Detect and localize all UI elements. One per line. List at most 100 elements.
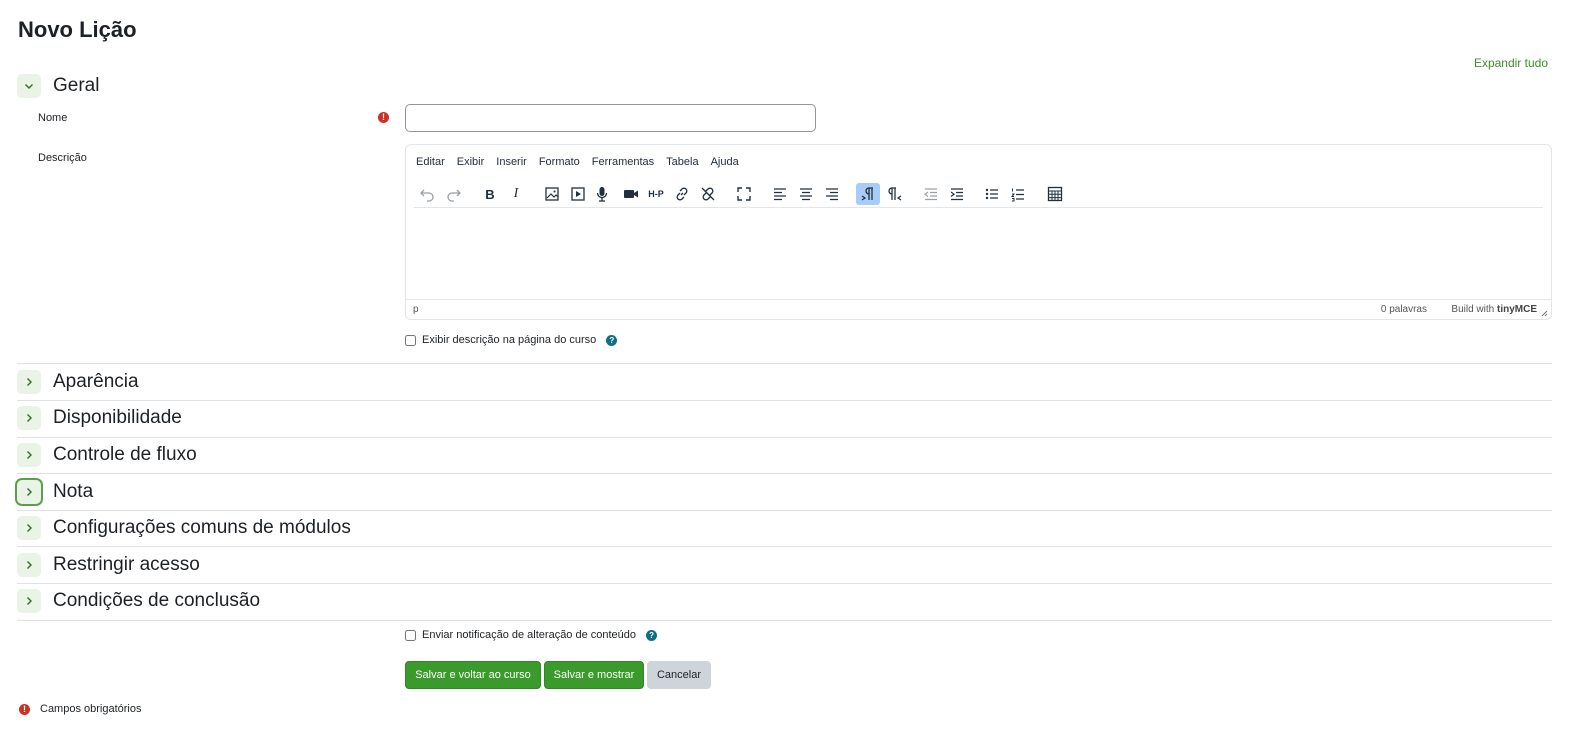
built-with-label: Build with — [1451, 304, 1495, 315]
divider — [17, 510, 1552, 511]
section-availability-title: Disponibilidade — [53, 407, 182, 428]
indent-button[interactable] — [946, 183, 968, 205]
align-left-button[interactable] — [769, 183, 791, 205]
section-completion-title: Condições de conclusão — [53, 590, 261, 611]
h5p-icon: H-P — [648, 189, 664, 199]
section-grade-title: Nota — [53, 481, 94, 502]
bold-button[interactable]: B — [479, 183, 501, 205]
show-description-checkbox[interactable] — [405, 334, 416, 346]
image-icon — [545, 187, 559, 201]
bullet-list-button[interactable] — [981, 183, 1003, 205]
record-audio-icon — [596, 187, 608, 202]
chevron-right-icon — [27, 488, 32, 496]
section-completion-toggle[interactable] — [17, 589, 41, 613]
expand-all-link[interactable]: Expandir tudo — [1474, 56, 1548, 70]
name-input[interactable] — [405, 104, 816, 132]
menu-insert[interactable]: Inserir — [496, 156, 527, 168]
section-grade: Nota — [17, 480, 93, 504]
word-count[interactable]: 0 palavras — [1381, 304, 1427, 315]
link-icon — [676, 187, 688, 201]
chevron-right-icon — [27, 524, 32, 532]
ltr-icon — [861, 187, 873, 201]
element-path[interactable]: p — [413, 304, 419, 315]
divider — [17, 437, 1552, 438]
menu-tools[interactable]: Ferramentas — [592, 156, 654, 168]
chevron-right-icon — [27, 451, 32, 459]
record-video-button[interactable] — [620, 183, 642, 205]
required-fields-note: Campos obrigatórios — [40, 703, 142, 715]
section-grade-toggle[interactable] — [17, 480, 41, 504]
undo-button[interactable] — [416, 183, 438, 205]
cancel-button[interactable]: Cancelar — [647, 661, 711, 689]
rtl-button[interactable] — [884, 183, 906, 205]
chevron-right-icon — [27, 414, 32, 422]
section-restrict-access-title: Restringir acesso — [53, 554, 200, 575]
menu-view[interactable]: Exibir — [457, 156, 485, 168]
editor-menubar: Editar Exibir Inserir Formato Ferramenta… — [416, 156, 751, 168]
divider — [17, 583, 1552, 584]
section-appearance-title: Aparência — [53, 371, 139, 392]
h5p-button[interactable]: H-P — [645, 183, 667, 205]
notify-label: Enviar notificação de alteração de conte… — [422, 629, 637, 641]
help-icon[interactable]: ? — [646, 629, 658, 641]
menu-help[interactable]: Ajuda — [711, 156, 739, 168]
section-completion: Condições de conclusão — [17, 589, 260, 613]
resize-handle-icon[interactable] — [1540, 309, 1548, 317]
image-button[interactable] — [541, 183, 563, 205]
section-appearance-toggle[interactable] — [17, 370, 41, 394]
section-restrict-access-toggle[interactable] — [17, 553, 41, 577]
section-module-settings: Configurações comuns de módulos — [17, 516, 351, 540]
numbered-list-icon — [1010, 188, 1024, 202]
description-label: Descrição — [38, 152, 87, 164]
tinymce-logo: tinyMCE — [1497, 304, 1537, 315]
record-video-icon — [624, 190, 638, 198]
numbered-list-button[interactable] — [1007, 183, 1029, 205]
ltr-button[interactable] — [856, 183, 880, 205]
description-editor[interactable]: Editar Exibir Inserir Formato Ferramenta… — [405, 144, 1552, 320]
section-module-settings-toggle[interactable] — [17, 516, 41, 540]
outdent-button[interactable] — [920, 183, 942, 205]
help-icon[interactable]: ? — [606, 334, 618, 346]
section-flow-control: Controle de fluxo — [17, 443, 197, 467]
section-geral-toggle[interactable] — [17, 74, 41, 98]
table-button[interactable] — [1044, 183, 1066, 205]
section-flow-control-toggle[interactable] — [17, 443, 41, 467]
italic-button[interactable]: I — [505, 183, 527, 205]
section-availability: Disponibilidade — [17, 406, 182, 430]
record-audio-button[interactable] — [591, 183, 613, 205]
align-center-button[interactable] — [795, 183, 817, 205]
menu-format[interactable]: Formato — [539, 156, 580, 168]
menu-edit[interactable]: Editar — [416, 156, 445, 168]
redo-icon — [447, 189, 461, 202]
section-restrict-access: Restringir acesso — [17, 553, 200, 577]
align-right-button[interactable] — [821, 183, 843, 205]
link-button[interactable] — [671, 183, 693, 205]
editor-toolbar: B I H-P — [416, 183, 1544, 205]
tinymce-branding[interactable]: Build with tinyMCE — [1451, 304, 1537, 315]
align-center-icon — [800, 188, 812, 201]
redo-button[interactable] — [443, 183, 465, 205]
fullscreen-icon — [737, 187, 751, 201]
toolbar-divider — [414, 207, 1543, 208]
required-icon: ! — [19, 704, 30, 715]
section-module-settings-title: Configurações comuns de módulos — [53, 517, 351, 538]
show-description-row: Exibir descrição na página do curso ? — [405, 334, 618, 346]
name-label: Nome — [38, 112, 68, 124]
outdent-icon — [923, 188, 937, 201]
menu-table[interactable]: Tabela — [666, 156, 698, 168]
section-availability-toggle[interactable] — [17, 406, 41, 430]
fullscreen-button[interactable] — [733, 183, 755, 205]
unlink-button[interactable] — [697, 183, 719, 205]
media-icon — [571, 187, 585, 201]
section-geral: Geral — [17, 74, 99, 98]
align-left-icon — [774, 188, 786, 201]
editor-statusbar: p 0 palavras Build with tinyMCE — [406, 299, 1551, 319]
notify-checkbox[interactable] — [405, 629, 416, 641]
divider — [17, 620, 1552, 621]
divider — [17, 400, 1552, 401]
media-button[interactable] — [567, 183, 589, 205]
chevron-right-icon — [27, 561, 32, 569]
save-return-button[interactable]: Salvar e voltar ao curso — [405, 661, 541, 689]
align-right-icon — [826, 188, 838, 201]
save-display-button[interactable]: Salvar e mostrar — [544, 661, 644, 689]
